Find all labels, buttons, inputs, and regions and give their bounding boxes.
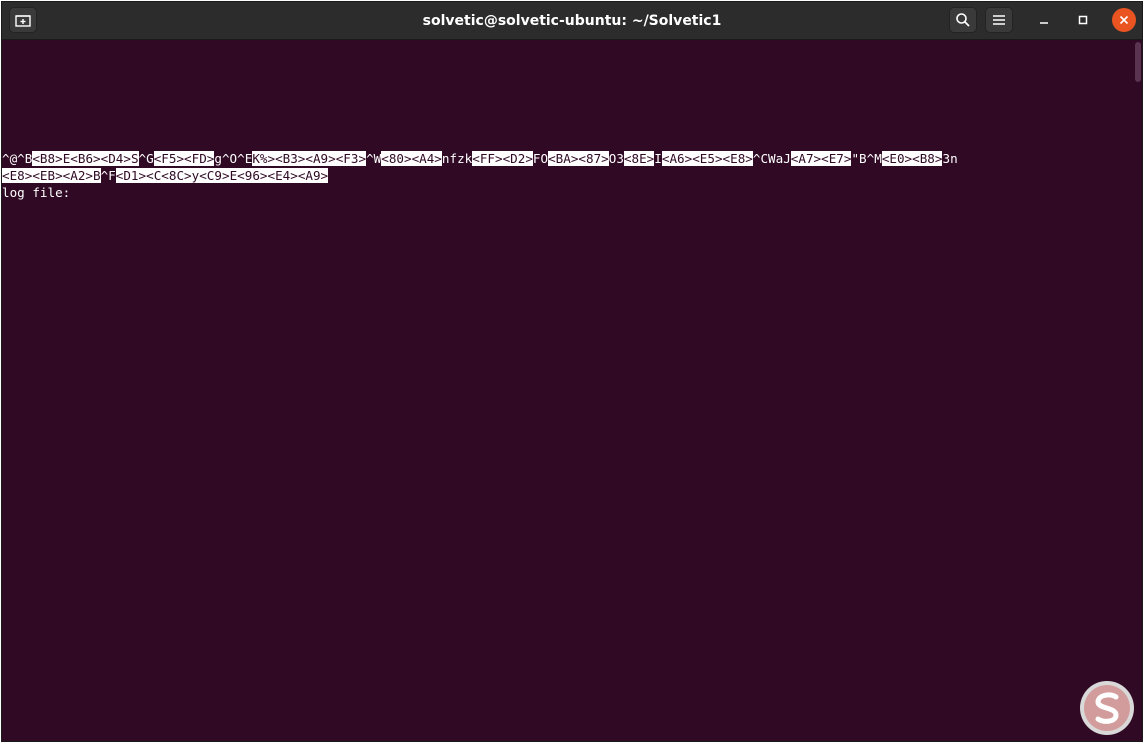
- menu-button[interactable]: [985, 7, 1013, 33]
- output-segment: <B3><A9><F3>: [275, 151, 367, 166]
- output-segment: ^W: [366, 151, 382, 166]
- output-segment: K%>: [252, 151, 276, 166]
- output-segment: <C9>: [199, 168, 230, 183]
- output-segment: 3n: [942, 151, 958, 166]
- output-segment: <B8>: [32, 151, 63, 166]
- output-segment: <80><A4>: [381, 151, 442, 166]
- output-segment: <A7><E7>: [790, 151, 852, 166]
- search-icon: [956, 13, 970, 27]
- output-segment: ^G: [138, 151, 154, 166]
- minimize-icon: [1040, 22, 1048, 24]
- solvetic-logo-icon: [1080, 681, 1134, 735]
- close-icon: [1119, 15, 1129, 25]
- output-segment: S: [130, 151, 139, 166]
- output-segment: <A6><E5><E8>: [661, 151, 753, 166]
- minimize-button[interactable]: [1032, 8, 1056, 32]
- output-segment: ^C: [752, 151, 769, 166]
- terminal-prompt-line: log file:: [2, 185, 71, 200]
- terminal-window: solvetic@solvetic-ubuntu: ~/Solvetic1 ^@…: [1, 1, 1143, 742]
- maximize-button[interactable]: [1071, 8, 1095, 32]
- terminal-line-binary-2: <E8><EB><A2>B^F<D1><C<8C>y<C9>E<96><E4><…: [2, 167, 1142, 184]
- output-segment: <8E>: [623, 151, 655, 166]
- output-segment: <C: [146, 168, 162, 183]
- output-segment: <96><E4><A9>: [237, 168, 329, 183]
- output-segment: WaJ: [768, 151, 791, 166]
- output-segment: B: [93, 168, 101, 183]
- output-segment: ^F: [100, 168, 116, 183]
- output-segment: ^M: [866, 151, 882, 166]
- close-button[interactable]: [1112, 8, 1136, 32]
- scrollbar[interactable]: [1135, 42, 1141, 82]
- terminal-line-binary-1: ^@^B<B8>E<B6><D4>S^G<F5><FD>g^O^EK%><B3>…: [2, 150, 1142, 167]
- search-button[interactable]: [949, 7, 977, 33]
- output-segment: <BA><87>: [548, 151, 609, 166]
- output-segment: <FF><D2>: [472, 151, 533, 166]
- hamburger-menu-icon: [993, 15, 1005, 25]
- output-segment: <B6><D4>: [70, 151, 131, 166]
- output-segment: nfzk: [441, 151, 473, 166]
- output-segment: <8C>: [161, 168, 192, 183]
- output-segment: <F5><FD>: [153, 151, 215, 166]
- output-segment: ^@^B: [2, 151, 33, 166]
- maximize-icon: [1078, 15, 1088, 25]
- output-segment: <E8><EB><A2>: [2, 168, 93, 183]
- output-segment: I: [654, 151, 662, 166]
- output-segment: g^O^E: [214, 151, 253, 166]
- terminal-output[interactable]: ^@^B<B8>E<B6><D4>S^G<F5><FD>g^O^EK%><B3>…: [2, 40, 1142, 741]
- output-segment: <E0><B8>: [881, 151, 943, 166]
- output-segment: O3: [608, 151, 624, 166]
- title-bar: solvetic@solvetic-ubuntu: ~/Solvetic1: [2, 2, 1142, 40]
- output-segment: FO: [532, 151, 549, 166]
- output-segment: <D1>: [115, 168, 147, 183]
- output-segment: "B: [851, 151, 867, 166]
